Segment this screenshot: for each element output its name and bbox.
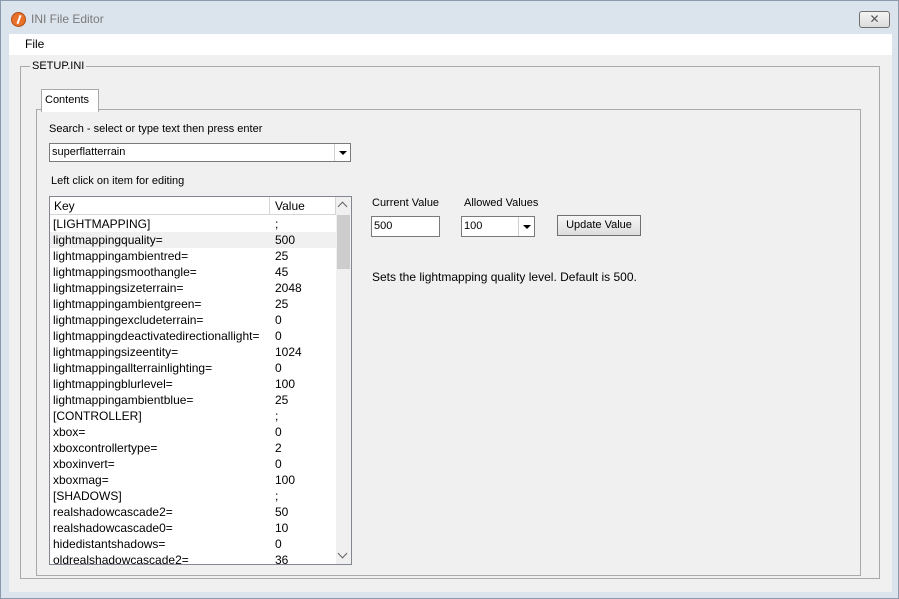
row-value: 0 [275, 425, 282, 439]
row-key: oldrealshadowcascade2= [53, 553, 189, 565]
row-value: 100 [275, 473, 296, 487]
row-key: lightmappingsizeterrain= [53, 281, 184, 295]
row-value: ; [275, 409, 279, 423]
listview-rows: [LIGHTMAPPING]; lightmappingquality= 500 li… [50, 216, 336, 565]
table-row[interactable]: lightmappingambientblue= 25 [50, 392, 336, 408]
table-row[interactable]: lightmappingallterrainlighting= 0 [50, 360, 336, 376]
ini-key-listview[interactable]: Key Value [LIGHTMAPPING]; lightmappingqua… [49, 196, 352, 565]
row-key: lightmappingambientblue= [53, 393, 194, 407]
listview-header: Key Value [50, 197, 336, 215]
row-key: [LIGHTMAPPING] [53, 217, 151, 231]
row-value: ; [275, 489, 279, 503]
menu-item-file[interactable]: File [25, 37, 44, 51]
table-row[interactable]: xboxinvert= 0 [50, 456, 336, 472]
table-row[interactable]: xbox= 0 [50, 424, 336, 440]
row-value: 0 [275, 329, 282, 343]
search-label: Search - select or type text then press … [49, 123, 263, 135]
row-key: xboxinvert= [53, 457, 115, 471]
row-value: 25 [275, 393, 289, 407]
row-key: lightmappingambientgreen= [53, 297, 202, 311]
table-row[interactable]: lightmappingdeactivatedirectionallight= 0 [50, 328, 336, 344]
row-key: lightmappingquality= [53, 233, 163, 247]
allowed-values-select-value: 100 [464, 220, 483, 232]
table-row[interactable]: oldrealshadowcascade2= 36 [50, 552, 336, 565]
row-key: [SHADOWS] [53, 489, 122, 503]
row-key: realshadowcascade0= [53, 521, 173, 535]
app-icon [11, 12, 26, 27]
row-key: xbox= [53, 425, 86, 439]
row-value: 50 [275, 505, 289, 519]
table-row[interactable]: [CONTROLLER]; [50, 408, 336, 424]
vertical-scrollbar[interactable] [336, 197, 351, 564]
window-title: INI File Editor [31, 12, 104, 26]
row-value: 10 [275, 521, 289, 535]
setting-description: Sets the lightmapping quality level. Def… [372, 270, 637, 284]
table-row[interactable]: realshadowcascade2= 50 [50, 504, 336, 520]
current-value-input[interactable]: 500 [371, 216, 440, 237]
row-value: 500 [275, 233, 296, 247]
row-key: lightmappingambientred= [53, 249, 189, 263]
row-value: 0 [275, 457, 282, 471]
chevron-down-icon[interactable] [518, 217, 534, 236]
table-row[interactable]: lightmappingsmoothangle= 45 [50, 264, 336, 280]
list-instruction-label: Left click on item for editing [51, 175, 185, 187]
row-key: lightmappingexcludeterrain= [53, 313, 204, 327]
row-value: 2 [275, 441, 282, 455]
table-row[interactable]: lightmappingquality= 500 [50, 232, 336, 248]
row-value: 100 [275, 377, 296, 391]
row-key: realshadowcascade2= [53, 505, 173, 519]
row-value: 0 [275, 313, 282, 327]
row-value: 1024 [275, 345, 302, 359]
row-value: 0 [275, 361, 282, 375]
table-row[interactable]: lightmappingsizeterrain= 2048 [50, 280, 336, 296]
row-key: lightmappingsizeentity= [53, 345, 179, 359]
column-header-key[interactable]: Key [50, 197, 270, 215]
row-key: lightmappingsmoothangle= [53, 265, 197, 279]
client-area: File SETUP.INI Contents Search - select … [9, 34, 892, 592]
table-row[interactable]: [SHADOWS]; [50, 488, 336, 504]
table-row[interactable]: [LIGHTMAPPING]; [50, 216, 336, 232]
row-value: 2048 [275, 281, 302, 295]
table-row[interactable]: hidedistantshadows= 0 [50, 536, 336, 552]
chevron-up-icon[interactable] [336, 197, 351, 214]
table-row[interactable]: realshadowcascade0= 10 [50, 520, 336, 536]
table-row[interactable]: lightmappingexcludeterrain= 0 [50, 312, 336, 328]
row-value: 25 [275, 249, 289, 263]
table-row[interactable]: lightmappingambientgreen= 25 [50, 296, 336, 312]
row-value: 25 [275, 297, 289, 311]
row-value: 36 [275, 553, 289, 565]
update-value-button[interactable]: Update Value [557, 215, 641, 236]
chevron-down-icon[interactable] [334, 144, 350, 161]
row-key: lightmappingallterrainlighting= [53, 361, 213, 375]
row-key: lightmappingblurlevel= [53, 377, 173, 391]
row-key: [CONTROLLER] [53, 409, 142, 423]
search-combobox-value: superflatterrain [52, 146, 126, 158]
row-key: xboxcontrollertype= [53, 441, 158, 455]
menu-bar: File [9, 34, 892, 55]
close-icon: ✕ [869, 12, 880, 26]
allowed-values-select[interactable]: 100 [461, 216, 535, 237]
row-value: 0 [275, 537, 282, 551]
table-row[interactable]: lightmappingblurlevel= 100 [50, 376, 336, 392]
current-value-label: Current Value [372, 197, 440, 209]
scrollbar-thumb[interactable] [337, 215, 350, 269]
column-header-value[interactable]: Value [271, 197, 336, 215]
app-window: INI File Editor ✕ File SETUP.INI Content… [0, 0, 899, 599]
table-row[interactable]: xboxcontrollertype= 2 [50, 440, 336, 456]
row-value: 45 [275, 265, 289, 279]
groupbox-title: SETUP.INI [30, 60, 87, 72]
chevron-down-icon[interactable] [336, 547, 351, 564]
search-combobox[interactable]: superflatterrain [49, 143, 351, 162]
row-key: hidedistantshadows= [53, 537, 166, 551]
title-bar: INI File Editor ✕ [1, 1, 898, 34]
allowed-values-label: Allowed Values [464, 197, 539, 209]
row-value: ; [275, 217, 279, 231]
table-row[interactable]: xboxmag= 100 [50, 472, 336, 488]
table-row[interactable]: lightmappingambientred= 25 [50, 248, 336, 264]
tab-contents[interactable]: Contents [41, 89, 99, 112]
table-row[interactable]: lightmappingsizeentity= 1024 [50, 344, 336, 360]
row-key: xboxmag= [53, 473, 109, 487]
row-key: lightmappingdeactivatedirectionallight= [53, 329, 260, 343]
close-button[interactable]: ✕ [859, 11, 890, 28]
